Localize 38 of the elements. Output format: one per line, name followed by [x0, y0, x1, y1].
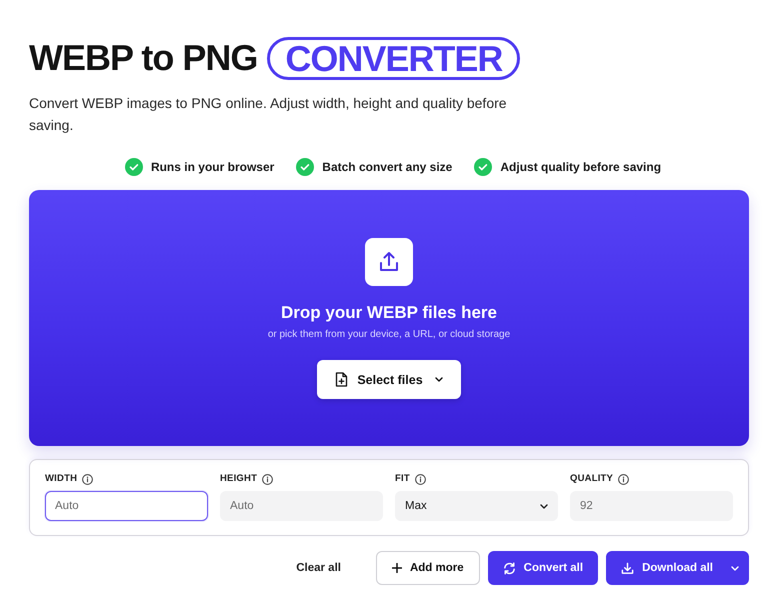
- input-field[interactable]: 92: [570, 491, 733, 521]
- file-plus-icon: [335, 372, 348, 387]
- feature-label: Runs in your browser: [150, 160, 274, 174]
- info-icon: [262, 474, 274, 484]
- drop-subtext: or pick them from your device, a URL, or cloud storage: [268, 328, 510, 342]
- convert-all-button[interactable]: Convert all: [488, 551, 598, 585]
- select-files-button[interactable]: Select files: [317, 360, 461, 399]
- clear-all-button[interactable]: Clear all: [281, 551, 356, 585]
- field-label: QUALITY: [570, 472, 614, 486]
- caret-icon: [540, 504, 548, 508]
- download-icon: [621, 562, 634, 574]
- refresh-icon: [502, 562, 516, 574]
- drop-zone[interactable]: Drop your WEBP files here or pick them from your device, a URL, or cloud storage Select files: [29, 190, 749, 446]
- info-icon: [82, 474, 94, 484]
- caret-icon: [434, 377, 443, 382]
- drop-heading: Drop your WEBP files here: [280, 303, 497, 323]
- input-field[interactable]: Auto: [45, 491, 208, 521]
- download-all-button[interactable]: Download all: [606, 551, 723, 585]
- field-label: WIDTH: [45, 472, 78, 486]
- field-label: FIT: [395, 472, 410, 486]
- check-icon: [124, 158, 143, 176]
- input-field[interactable]: Auto: [220, 491, 383, 521]
- upload-icon: [365, 238, 413, 286]
- plus-icon: [392, 563, 402, 573]
- fit-dropdown[interactable]: Max: [395, 491, 558, 521]
- info-icon: [618, 474, 630, 484]
- add-more-button[interactable]: Add more: [376, 551, 480, 585]
- info-icon: [414, 474, 426, 484]
- caret-icon: [731, 566, 739, 570]
- field-label: HEIGHT: [220, 472, 258, 486]
- page-title: WEBP to PNG: [29, 36, 258, 80]
- check-icon: [296, 158, 314, 176]
- title-badge: CONVERTER: [267, 36, 520, 80]
- check-icon: [474, 158, 492, 176]
- feature-label: Adjust quality before saving: [500, 160, 662, 174]
- description-text: Convert WEBP images to PNG online. Adjust width, height and quality before saving.: [29, 94, 508, 135]
- feature-label: Batch convert any size: [322, 160, 452, 174]
- download-options-button[interactable]: [723, 551, 749, 585]
